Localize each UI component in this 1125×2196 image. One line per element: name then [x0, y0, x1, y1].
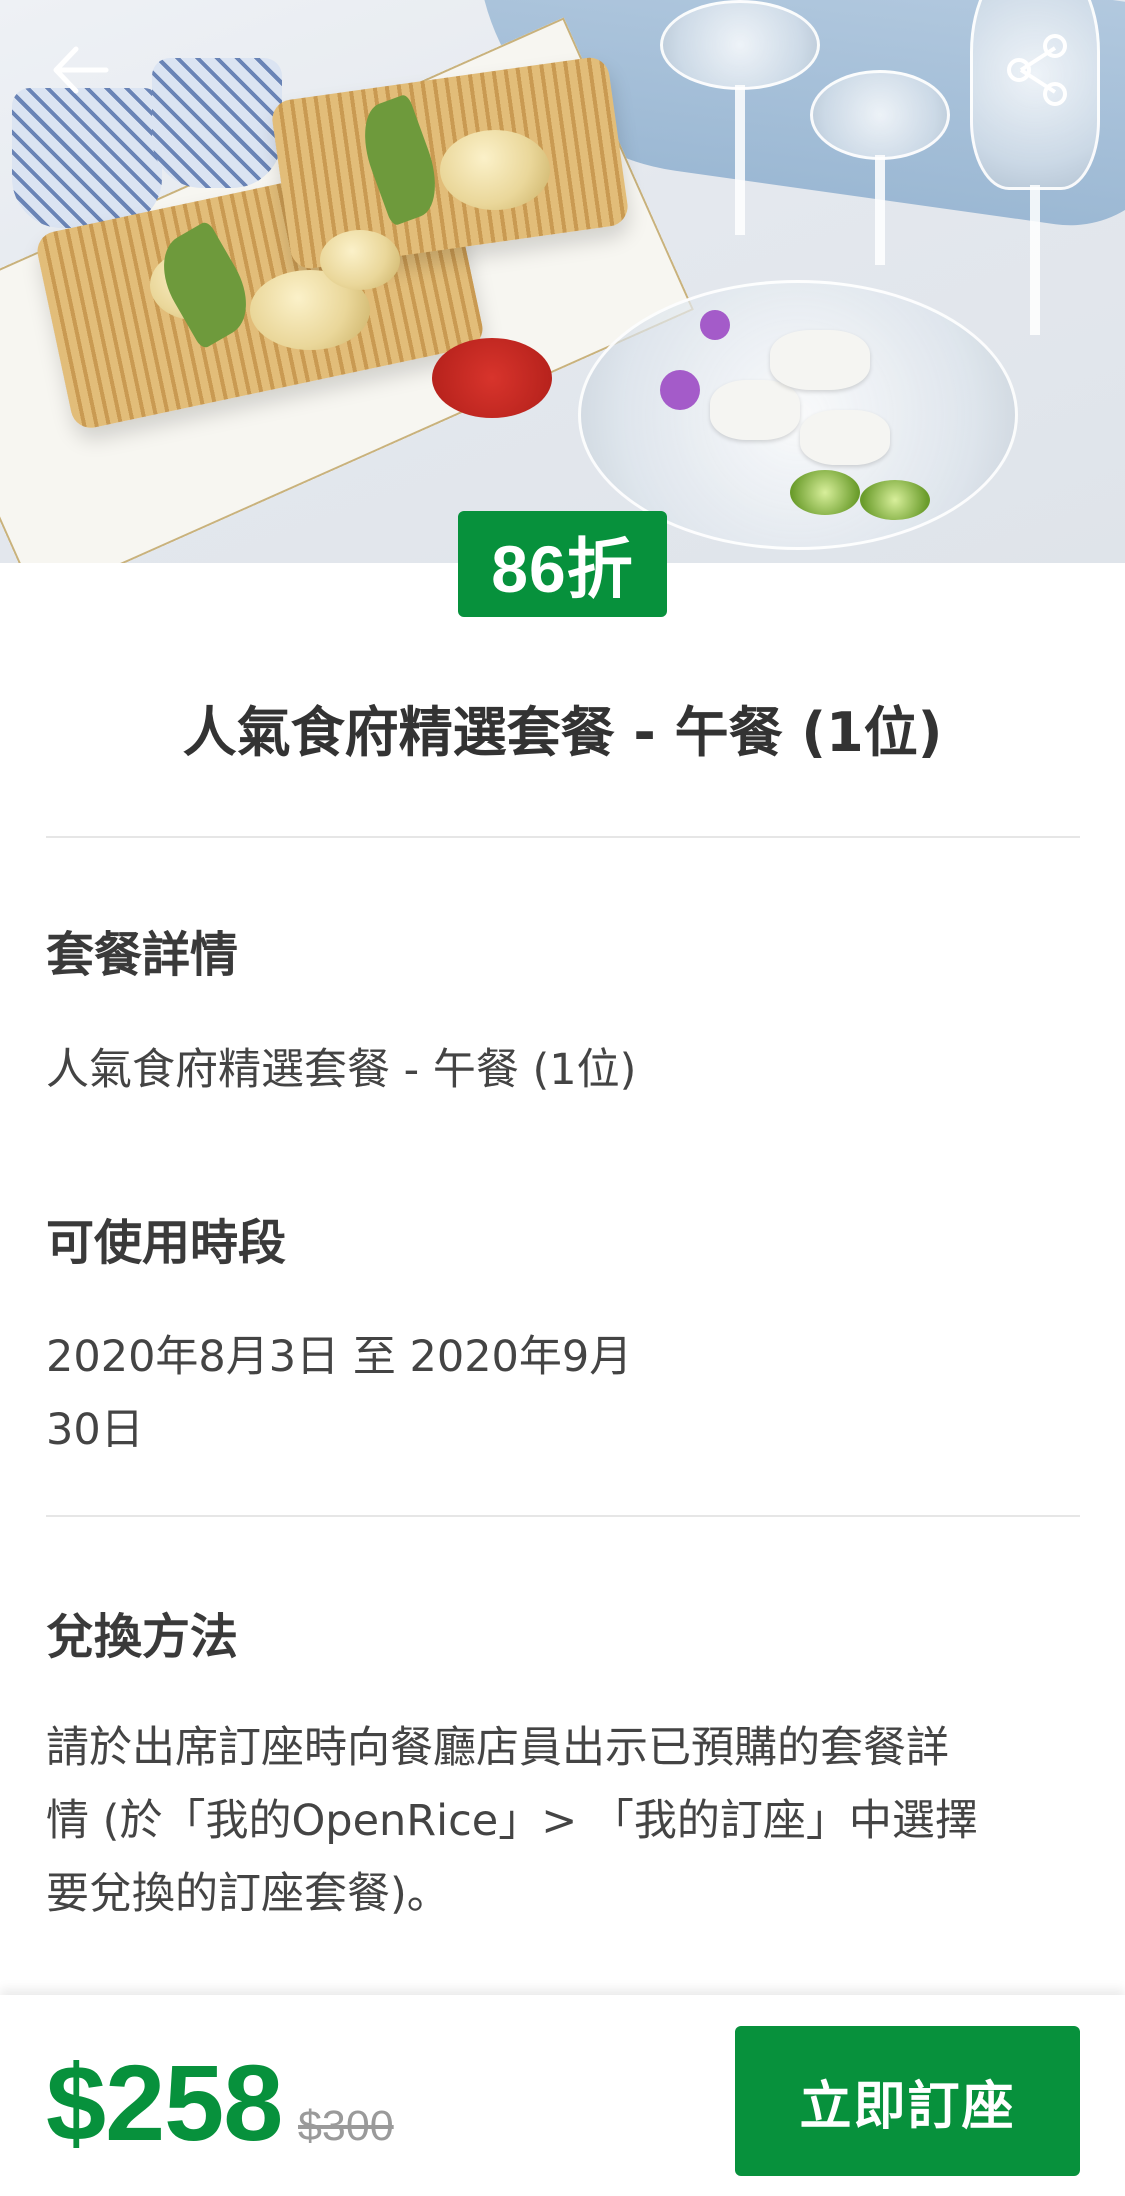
redeem-text-line: 情 (於「我的OpenRice」> 「我的訂座」中選擇: [46, 1796, 978, 1846]
fish-slice: [770, 330, 870, 390]
share-button[interactable]: [1002, 34, 1074, 106]
divider: [46, 836, 1080, 838]
lime-slice: [790, 470, 860, 515]
back-arrow-icon: [53, 46, 109, 94]
glass-stem: [735, 85, 745, 235]
dessert-glass: [810, 70, 950, 160]
details-text: 人氣食府精選套餐 - 午餐 (1位): [46, 1045, 637, 1095]
redeem-text: 請於出席訂座時向餐廳店員出示已預購的套餐詳 情 (於「我的OpenRice」> …: [46, 1712, 1086, 1931]
glass-stem: [1030, 185, 1040, 335]
details-heading: 套餐詳情: [46, 927, 239, 983]
tea-cup: [12, 88, 162, 228]
redeem-heading: 兌換方法: [46, 1609, 239, 1665]
lime-slice: [860, 480, 930, 520]
fish-slice: [800, 410, 890, 465]
garnish-flower: [660, 370, 700, 410]
fish-slice: [710, 380, 800, 440]
redeem-text-line: 要兌換的訂座套餐)。: [46, 1869, 450, 1919]
period-text-line: 2020年8月3日 至 2020年9月: [46, 1332, 633, 1382]
period-text: 2020年8月3日 至 2020年9月 30日: [46, 1321, 1086, 1467]
tempura: [320, 230, 400, 290]
redeem-text-line: 請於出席訂座時向餐廳店員出示已預購的套餐詳: [46, 1723, 949, 1773]
book-now-button[interactable]: 立即訂座: [735, 2026, 1080, 2176]
period-heading: 可使用時段: [46, 1215, 287, 1271]
tea-cup: [152, 58, 282, 188]
share-icon: [1007, 34, 1067, 106]
divider: [46, 1515, 1080, 1517]
garnish-flower: [700, 310, 730, 340]
back-button[interactable]: [44, 34, 116, 106]
offer-title: 人氣食府精選套餐 - 午餐 (1位): [182, 701, 943, 764]
discount-badge: 86折: [458, 511, 667, 617]
tempura: [440, 130, 550, 210]
chili-sauce-dish: [432, 338, 552, 418]
period-text-line: 30日: [46, 1405, 144, 1455]
original-price: $300: [298, 2102, 394, 2150]
glass-stem: [875, 155, 885, 265]
price: $258: [46, 2042, 283, 2163]
dessert-glass: [660, 0, 820, 90]
hero-photo: [0, 0, 1125, 563]
